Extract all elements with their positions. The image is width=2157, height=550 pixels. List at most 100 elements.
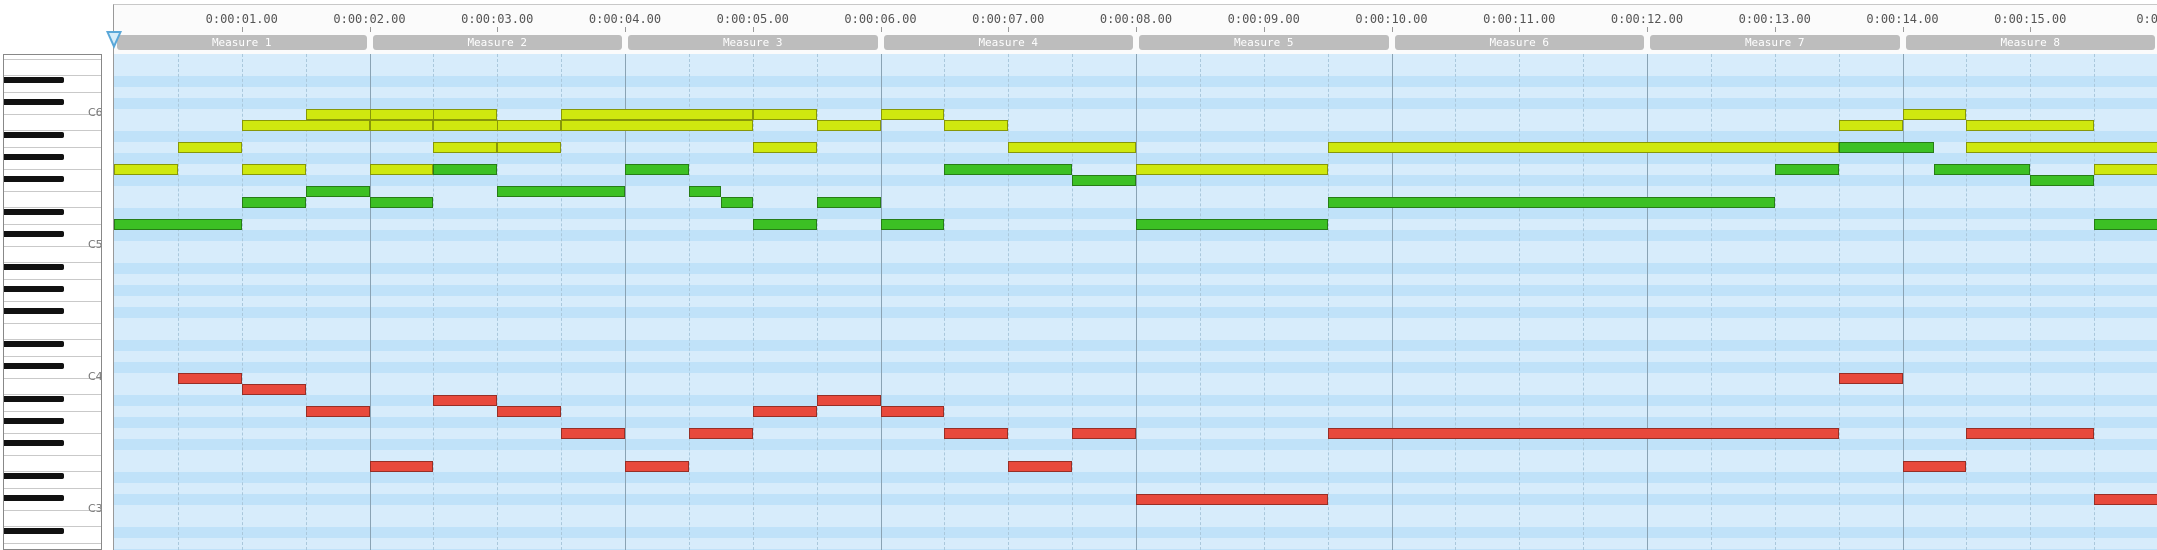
bass-note[interactable] [2094,494,2157,505]
harmony-note[interactable] [2030,175,2095,186]
melody-note[interactable] [497,142,562,153]
harmony-note[interactable] [816,197,881,208]
harmony-note[interactable] [1136,219,1328,230]
melody-note[interactable] [1966,120,2095,131]
black-key[interactable] [4,363,64,369]
black-key[interactable] [4,308,64,314]
black-key[interactable] [4,209,64,215]
black-key[interactable] [4,418,64,424]
bass-note[interactable] [816,395,881,406]
playhead-marker[interactable] [106,31,122,49]
harmony-note[interactable] [433,164,498,175]
black-key[interactable] [4,176,64,182]
bass-note[interactable] [497,406,562,417]
melody-note[interactable] [1327,142,1839,153]
black-key[interactable] [4,473,64,479]
black-key[interactable] [4,132,64,138]
black-key[interactable] [4,264,64,270]
melody-note[interactable] [944,120,1009,131]
bass-note[interactable] [241,384,306,395]
bass-note[interactable] [1072,428,1136,439]
black-key[interactable] [4,440,64,446]
black-key[interactable] [4,286,64,292]
bass-note[interactable] [1966,428,2095,439]
bass-note[interactable] [369,461,434,472]
harmony-note[interactable] [1072,175,1136,186]
bass-note[interactable] [433,395,498,406]
harmony-note[interactable] [944,164,1073,175]
melody-note[interactable] [752,109,817,120]
harmony-note[interactable] [752,219,817,230]
melody-note[interactable] [1008,142,1136,153]
black-key[interactable] [4,341,64,347]
black-key[interactable] [4,495,64,501]
bass-note[interactable] [1136,494,1328,505]
white-key-divider [4,526,101,527]
time-tick-label: 0:00:10.00 [1355,12,1428,26]
harmony-note[interactable] [114,219,242,230]
black-key[interactable] [4,396,64,402]
bass-note[interactable] [944,428,1009,439]
measure-header[interactable]: Measure 1 [117,35,367,50]
bass-note[interactable] [1327,428,1839,439]
measure-header[interactable]: Measure 2 [372,35,622,50]
bass-note[interactable] [1008,461,1073,472]
bass-note[interactable] [880,406,945,417]
bass-note[interactable] [625,461,689,472]
harmony-note[interactable] [369,197,434,208]
bass-note[interactable] [688,428,753,439]
melody-note[interactable] [241,164,306,175]
bass-note[interactable] [177,373,242,384]
melody-note[interactable] [114,164,178,175]
melody-note[interactable] [816,120,881,131]
beat-line [1263,54,1265,550]
harmony-note[interactable] [2094,219,2157,230]
harmony-note[interactable] [625,164,689,175]
melody-note[interactable] [433,142,498,153]
bass-note[interactable] [1902,461,1967,472]
harmony-note[interactable] [1838,142,1935,153]
harmony-note[interactable] [305,186,370,197]
black-key[interactable] [4,99,64,105]
melody-note[interactable] [880,109,945,120]
black-key[interactable] [4,528,64,534]
piano-keyboard[interactable]: C6 C5 C4 C3 [3,54,102,550]
melody-note[interactable] [561,109,753,120]
measure-header[interactable]: Measure 8 [1905,35,2155,50]
melody-note[interactable] [1838,120,1903,131]
harmony-note[interactable] [1327,197,1775,208]
harmony-note[interactable] [720,197,753,208]
melody-note[interactable] [752,142,817,153]
bass-note[interactable] [561,428,625,439]
bass-note[interactable] [305,406,370,417]
black-key[interactable] [4,154,64,160]
melody-note[interactable] [433,109,498,120]
timeline-ruler[interactable]: 0:00:01.00 0:00:02.00 0:00:03.00 0:00:04.00… [113,4,2157,55]
melody-note[interactable] [1966,142,2157,153]
harmony-note[interactable] [880,219,945,230]
harmony-note[interactable] [1774,164,1839,175]
harmony-note[interactable] [497,186,625,197]
melody-note[interactable] [1136,164,1328,175]
measure-header[interactable]: Measure 5 [1139,35,1389,50]
measure-header[interactable]: Measure 4 [883,35,1133,50]
melody-note[interactable] [369,164,434,175]
melody-note[interactable] [241,120,370,131]
bass-note[interactable] [1838,373,1903,384]
bass-note[interactable] [752,406,817,417]
measure-header[interactable]: Measure 7 [1650,35,1900,50]
harmony-note[interactable] [1934,164,2031,175]
melody-note[interactable] [561,120,753,131]
harmony-note[interactable] [241,197,306,208]
measure-header[interactable]: Measure 6 [1394,35,1644,50]
note-grid[interactable] [113,54,2157,550]
melody-note[interactable] [2094,164,2157,175]
black-key[interactable] [4,77,64,83]
melody-note[interactable] [369,120,434,131]
measure-header[interactable]: Measure 3 [628,35,878,50]
melody-note[interactable] [1902,109,1967,120]
melody-note[interactable] [497,120,562,131]
harmony-note[interactable] [688,186,721,197]
black-key[interactable] [4,231,64,237]
melody-note[interactable] [177,142,242,153]
